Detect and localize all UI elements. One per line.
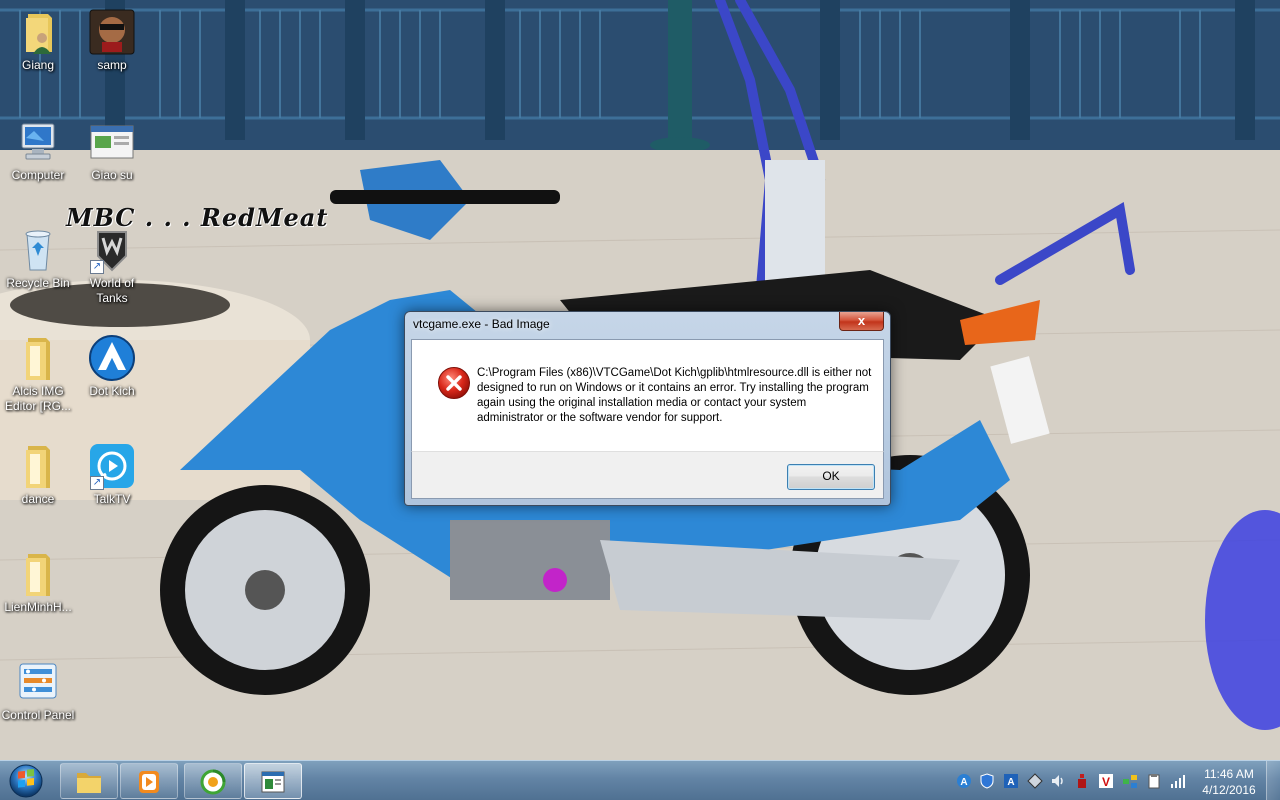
dialog-message: C:\Program Files (x86)\VTCGame\Dot Kich\… bbox=[477, 367, 872, 424]
desktop-icon-world-of-tanks[interactable]: ↗ World of Tanks bbox=[74, 226, 150, 306]
tray-clipboard-icon[interactable] bbox=[1146, 773, 1162, 789]
folder-icon bbox=[14, 550, 62, 598]
svg-text:A: A bbox=[960, 777, 967, 788]
folder-icon bbox=[14, 442, 62, 490]
close-button[interactable]: x bbox=[839, 312, 884, 331]
dialog-footer: OK bbox=[411, 451, 884, 499]
desktop-icon-samp[interactable]: samp bbox=[74, 8, 150, 73]
desktop-icon-talktv[interactable]: ↗ TalkTV bbox=[74, 442, 150, 507]
ok-button[interactable]: OK bbox=[787, 464, 875, 490]
svg-text:V: V bbox=[1102, 775, 1110, 789]
shortcut-arrow-icon: ↗ bbox=[90, 476, 104, 490]
desktop-icon-giao-su[interactable]: Giao su bbox=[74, 118, 150, 183]
desktop-icon-recycle-bin[interactable]: Recycle Bin bbox=[0, 226, 76, 291]
computer-icon bbox=[14, 118, 62, 166]
clock-time: 11:46 AM bbox=[1204, 767, 1254, 781]
taskbar-clock[interactable]: 11:46 AM 4/12/2016 bbox=[1196, 766, 1262, 798]
clock-date: 4/12/2016 bbox=[1202, 783, 1256, 797]
taskbar-browser[interactable] bbox=[184, 763, 242, 799]
samp-game-icon bbox=[88, 8, 136, 56]
talktv-icon: ↗ bbox=[88, 442, 136, 490]
show-desktop-button[interactable] bbox=[1266, 761, 1280, 800]
desktop-icon-lienminhh[interactable]: LienMinhH... bbox=[0, 550, 76, 615]
world-of-tanks-icon: ↗ bbox=[88, 226, 136, 274]
dot-kich-icon bbox=[88, 334, 136, 382]
tray-volume-icon[interactable] bbox=[1050, 773, 1066, 789]
tray-network-icon[interactable] bbox=[1122, 773, 1138, 789]
start-button[interactable] bbox=[5, 763, 47, 799]
close-icon: x bbox=[857, 313, 866, 328]
taskbar: A A V 11:46 AM 4/12/2016 bbox=[0, 760, 1280, 800]
user-folder-icon bbox=[14, 8, 62, 56]
desktop-icon-dot-kich[interactable]: Dot Kich bbox=[74, 334, 150, 399]
tray-shield-icon[interactable] bbox=[979, 773, 995, 789]
desktop-icon-computer[interactable]: Computer bbox=[0, 118, 76, 183]
desktop-icon-alcis-img-editor[interactable]: Alcis IMG Editor [RG... bbox=[0, 334, 76, 414]
tray-unikey-a-icon[interactable]: A bbox=[1003, 773, 1019, 789]
svg-text:A: A bbox=[1007, 777, 1014, 788]
taskbar-vtcgame-window[interactable] bbox=[244, 763, 302, 799]
shortcut-arrow-icon: ↗ bbox=[90, 260, 104, 274]
tray-diamond-icon[interactable] bbox=[1027, 773, 1043, 789]
error-icon bbox=[437, 366, 471, 400]
tray-v-icon[interactable]: V bbox=[1098, 773, 1114, 789]
app-window-icon bbox=[261, 771, 285, 793]
control-panel-icon bbox=[14, 658, 62, 706]
start-orb-icon bbox=[9, 764, 43, 798]
folder-icon bbox=[14, 334, 62, 382]
tray-bottle-icon[interactable] bbox=[1074, 773, 1090, 789]
browser-icon bbox=[200, 769, 226, 795]
media-player-icon bbox=[139, 771, 159, 793]
tray-language-a-icon[interactable]: A bbox=[956, 773, 972, 789]
taskbar-media-player[interactable] bbox=[120, 763, 178, 799]
tray-signal-icon[interactable] bbox=[1170, 773, 1186, 789]
taskbar-file-explorer[interactable] bbox=[60, 763, 118, 799]
recycle-bin-icon bbox=[14, 226, 62, 274]
desktop-icon-dance[interactable]: dance bbox=[0, 442, 76, 507]
desktop-icon-giang[interactable]: Giang bbox=[0, 8, 76, 73]
dialog-body: C:\Program Files (x86)\VTCGame\Dot Kich\… bbox=[411, 339, 884, 451]
giao-su-icon bbox=[88, 118, 136, 166]
desktop-icon-control-panel[interactable]: Control Panel bbox=[0, 658, 76, 723]
dialog-title: vtcgame.exe - Bad Image bbox=[413, 317, 550, 331]
folder-icon bbox=[77, 773, 101, 793]
bad-image-dialog: vtcgame.exe - Bad Image x C:\Program Fil… bbox=[404, 311, 891, 506]
